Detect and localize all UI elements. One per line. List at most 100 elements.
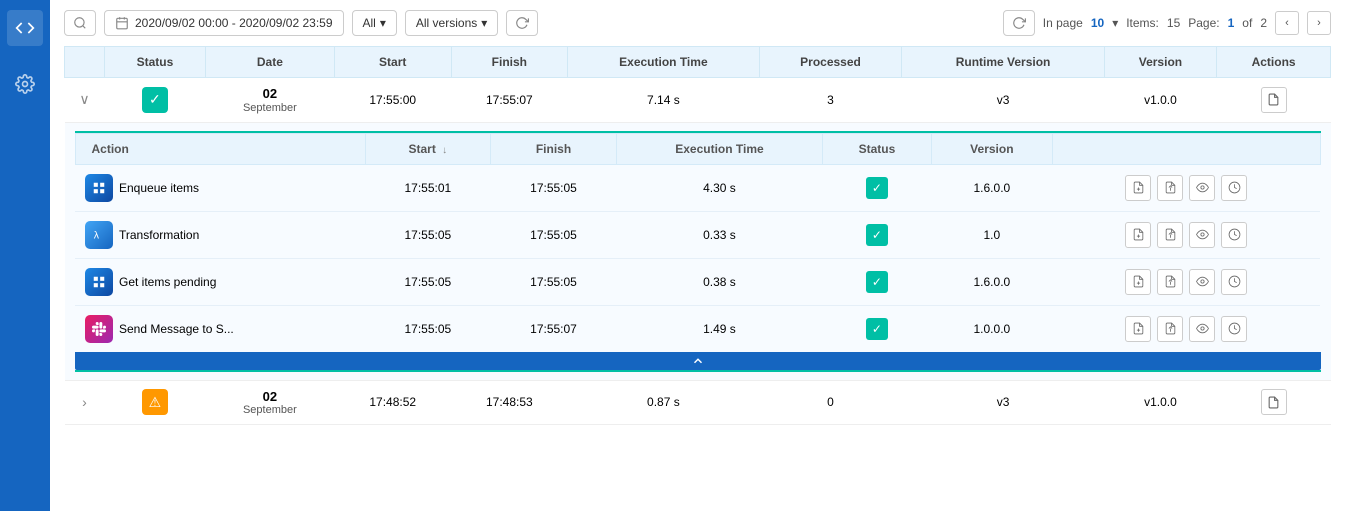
view-detail-button[interactable] [1189, 175, 1215, 201]
filter-all-button[interactable]: All ▾ [352, 10, 397, 36]
col-runtime-version: Runtime Version [902, 47, 1104, 78]
row-action-buttons [1227, 87, 1321, 113]
expanded-cell: Action Start ↓ Finish Execution Time Sta… [65, 122, 1331, 380]
sub-exec-time: 0.33 s [616, 211, 822, 258]
exec-time-cell: 7.14 s [568, 78, 759, 123]
sub-action-buttons [1062, 175, 1310, 201]
search-button[interactable] [64, 10, 96, 36]
metrics-button[interactable] [1221, 222, 1247, 248]
view-log-icon-2 [1267, 396, 1280, 409]
sub-table: Action Start ↓ Finish Execution Time Sta… [75, 133, 1321, 352]
sub-version: 1.6.0.0 [931, 164, 1052, 211]
col-start: Start [334, 47, 451, 78]
per-page-chevron: ▾ [1112, 16, 1118, 30]
finish-cell: 17:48:53 [451, 380, 568, 425]
metrics-icon [1228, 322, 1241, 335]
input-log-button[interactable] [1125, 222, 1151, 248]
sub-col-status: Status [823, 133, 932, 164]
input-log-button[interactable] [1125, 269, 1151, 295]
input-log-icon [1132, 228, 1145, 241]
output-log-button[interactable] [1157, 316, 1183, 342]
sub-actions [1052, 211, 1320, 258]
view-log-button-2[interactable] [1261, 389, 1287, 415]
view-icon [1196, 181, 1209, 194]
output-log-icon [1164, 322, 1177, 335]
search-icon [73, 16, 87, 30]
sub-col-buttons [1052, 133, 1320, 164]
sub-start: 17:55:05 [365, 305, 491, 352]
view-icon [1196, 228, 1209, 241]
total-pages: 2 [1260, 16, 1267, 30]
svg-text:λ: λ [94, 229, 100, 241]
date-range-button[interactable]: 2020/09/02 00:00 - 2020/09/02 23:59 [104, 10, 344, 36]
col-processed: Processed [759, 47, 902, 78]
sub-action-buttons [1062, 222, 1310, 248]
main-table-header: Status Date Start Finish Execution Time … [65, 47, 1331, 78]
in-page-label: In page [1043, 16, 1083, 30]
view-detail-button[interactable] [1189, 222, 1215, 248]
calendar-icon [115, 16, 129, 30]
view-detail-button[interactable] [1189, 269, 1215, 295]
toolbar: 2020/09/02 00:00 - 2020/09/02 23:59 All … [64, 10, 1331, 36]
input-log-button[interactable] [1125, 316, 1151, 342]
version-select-button[interactable]: All versions ▾ [405, 10, 498, 36]
sub-col-finish: Finish [491, 133, 617, 164]
status-cell: ⚠ [105, 380, 206, 425]
sub-exec-time: 1.49 s [616, 305, 822, 352]
output-log-icon [1164, 181, 1177, 194]
sub-col-start: Start ↓ [365, 133, 491, 164]
collapse-button[interactable]: ∨ [79, 91, 89, 108]
per-page-select[interactable]: 10 [1091, 16, 1104, 30]
metrics-button[interactable] [1221, 269, 1247, 295]
row-action-buttons [1227, 389, 1321, 415]
status-badge-warning: ⚠ [142, 389, 168, 415]
sub-status-badge: ✓ [866, 318, 888, 340]
prev-page-button[interactable]: ‹ [1275, 11, 1299, 35]
sub-action-cell: Get items pending [75, 258, 365, 305]
enqueue-label: Enqueue items [119, 181, 199, 195]
sub-action-cell: Send Message to S... [75, 305, 365, 352]
get-items-label: Get items pending [119, 275, 216, 289]
collapse-arrow-icon [691, 354, 705, 368]
sub-table-row: Get items pending 17:55:05 17:55:05 0.38… [75, 258, 1320, 305]
finish-cell: 17:55:07 [451, 78, 568, 123]
input-log-icon [1132, 181, 1145, 194]
output-log-icon [1164, 275, 1177, 288]
sub-table-row: λ Transformation 17:55:05 17:55:05 0.33 … [75, 211, 1320, 258]
sub-status: ✓ [823, 211, 932, 258]
metrics-button[interactable] [1221, 175, 1247, 201]
lambda-icon: λ [85, 221, 113, 249]
start-cell: 17:48:52 [334, 380, 451, 425]
metrics-button[interactable] [1221, 316, 1247, 342]
expand-button[interactable]: › [82, 394, 87, 410]
view-log-icon [1267, 93, 1280, 106]
action-cell-content: Enqueue items [85, 174, 355, 202]
sub-status-badge: ✓ [866, 177, 888, 199]
settings-icon[interactable] [7, 66, 43, 102]
runtime-version-cell: v3 [902, 78, 1104, 123]
sub-action-buttons [1062, 269, 1310, 295]
expanded-row: Action Start ↓ Finish Execution Time Sta… [65, 122, 1331, 380]
sub-exec-time: 4.30 s [616, 164, 822, 211]
code-icon[interactable] [7, 10, 43, 46]
sub-action-cell: λ Transformation [75, 211, 365, 258]
sub-table-row: Enqueue items 17:55:01 17:55:05 4.30 s ✓… [75, 164, 1320, 211]
output-log-button[interactable] [1157, 269, 1183, 295]
grid-icon [92, 181, 106, 195]
of-label: of [1242, 16, 1252, 30]
output-log-button[interactable] [1157, 222, 1183, 248]
collapse-bar[interactable] [75, 352, 1321, 370]
view-detail-button[interactable] [1189, 316, 1215, 342]
next-page-button[interactable]: › [1307, 11, 1331, 35]
version-label: All versions [416, 16, 477, 30]
sub-version: 1.0.0.0 [931, 305, 1052, 352]
date-cell: 02 September [205, 78, 334, 123]
clear-filter-button[interactable] [506, 10, 538, 36]
refresh-button[interactable] [1003, 10, 1035, 36]
enqueue-icon [85, 174, 113, 202]
view-log-button[interactable] [1261, 87, 1287, 113]
date-month: September [215, 404, 324, 416]
input-log-button[interactable] [1125, 175, 1151, 201]
grid-icon2 [92, 275, 106, 289]
output-log-button[interactable] [1157, 175, 1183, 201]
